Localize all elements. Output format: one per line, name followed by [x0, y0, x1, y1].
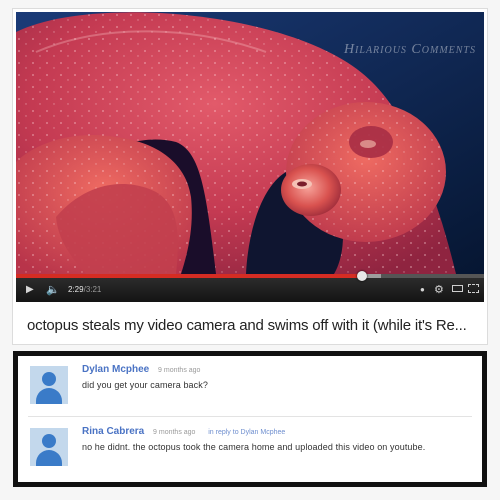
page: Hilarious Comments ▶ 🔈 2:29/3:21 ● ⚙ oct…: [0, 0, 500, 500]
play-icon[interactable]: ▶: [26, 278, 34, 302]
avatar-head-shape: [42, 434, 56, 448]
avatar-body-shape: [36, 450, 62, 466]
volume-icon[interactable]: 🔈: [46, 278, 60, 302]
gear-icon[interactable]: ⚙: [434, 278, 444, 302]
fullscreen-icon[interactable]: [468, 284, 479, 293]
video-title: octopus steals my video camera and swims…: [27, 317, 467, 334]
player-controls: ▶ 🔈 2:29/3:21 ● ⚙: [16, 271, 484, 302]
comment-timestamp: 9 months ago: [158, 367, 201, 374]
avatar[interactable]: [30, 366, 68, 404]
comment-divider: [28, 416, 472, 417]
in-reply-to-link[interactable]: in reply to Dylan Mcphee: [208, 429, 285, 436]
comment-timestamp: 9 months ago: [153, 429, 196, 436]
avatar-head-shape: [42, 372, 56, 386]
comment: Dylan Mcphee 9 months ago did you get yo…: [18, 362, 482, 410]
comments-panel: Dylan Mcphee 9 months ago did you get yo…: [13, 351, 487, 487]
annotation-dot-icon[interactable]: ●: [420, 278, 425, 302]
video-frame[interactable]: Hilarious Comments: [16, 12, 484, 274]
comment-reply: Rina Cabrera 9 months ago in reply to Dy…: [18, 424, 482, 472]
comment-author[interactable]: Rina Cabrera: [82, 426, 144, 437]
comment-author[interactable]: Dylan Mcphee: [82, 364, 149, 375]
time-current: 2:29: [68, 285, 84, 294]
time-readout: 2:29/3:21: [68, 278, 101, 302]
comment-text: no he didnt. the octopus took the camera…: [82, 442, 426, 452]
comment-text: did you get your camera back?: [82, 380, 208, 390]
video-watermark: Hilarious Comments: [343, 42, 476, 57]
player-size-icon[interactable]: [452, 285, 463, 292]
time-total: 3:21: [85, 285, 102, 294]
avatar-body-shape: [36, 388, 62, 404]
comment-meta: Rina Cabrera 9 months ago in reply to Dy…: [82, 426, 285, 437]
avatar[interactable]: [30, 428, 68, 466]
video-panel: Hilarious Comments ▶ 🔈 2:29/3:21 ● ⚙ oct…: [12, 8, 488, 345]
progress-scrubber[interactable]: [357, 271, 368, 281]
comment-meta: Dylan Mcphee 9 months ago: [82, 364, 200, 375]
